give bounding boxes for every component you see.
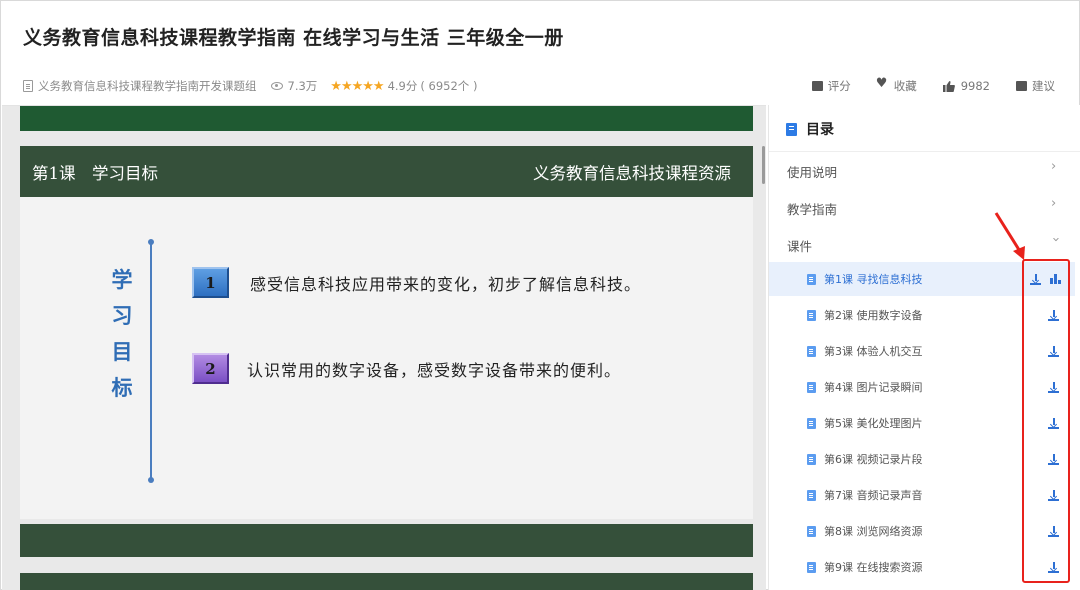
chevron-down-icon: › <box>1048 236 1064 243</box>
thumbs-up-icon <box>942 81 956 92</box>
slide-viewer[interactable]: 第1课 学习目标 义务教育信息科技课程资源 学 习 目 标 1 感受信息科技应用… <box>2 105 766 590</box>
lesson-label: 第9课 在线搜索资源 <box>824 561 923 574</box>
lesson-label: 第4课 图片记录瞬间 <box>824 381 923 394</box>
lesson-label: 第8课 浏览网络资源 <box>824 525 923 538</box>
favorite-button[interactable]: 收藏 <box>876 76 917 94</box>
page: 义务教育信息科技课程教学指南 在线学习与生活 三年级全一册 义务教育信息科技课程… <box>0 0 1080 590</box>
file-icon <box>807 417 816 429</box>
goal-number-badge: 2 <box>192 353 229 384</box>
like-button[interactable]: 9982 <box>942 79 990 93</box>
toc-category-courseware[interactable]: 课件 <box>787 236 812 255</box>
file-icon <box>807 273 816 285</box>
slide-lesson-label: 第1课 学习目标 <box>32 163 158 183</box>
annotation-arrow <box>994 212 1025 260</box>
file-icon <box>807 525 816 537</box>
slide-next-band <box>20 524 753 557</box>
vertical-title-char: 标 <box>111 376 133 400</box>
toc-category-guide[interactable]: 教学指南 <box>787 199 837 218</box>
vertical-title-char: 目 <box>111 340 133 364</box>
toc-header: 目录 <box>786 119 834 139</box>
meta-bar: 义务教育信息科技课程教学指南开发课题组 7.3万 ★★★★★ 4.9分 ( 69… <box>23 78 477 94</box>
eye-icon <box>270 82 283 90</box>
timeline-line <box>150 241 152 479</box>
slide-top-band <box>20 106 753 131</box>
vertical-title-char: 习 <box>111 304 133 328</box>
goal-number-badge: 1 <box>192 267 229 298</box>
author-link[interactable]: 义务教育信息科技课程教学指南开发课题组 <box>38 78 257 94</box>
slide-body: 学 习 目 标 1 感受信息科技应用带来的变化，初步了解信息科技。 2 认识常用… <box>20 197 753 519</box>
page-title: 义务教育信息科技课程教学指南 在线学习与生活 三年级全一册 <box>23 27 564 49</box>
vertical-title: 学 习 目 标 <box>110 262 134 406</box>
lesson-label: 第5课 美化处理图片 <box>824 417 923 430</box>
viewer-scrollbar[interactable] <box>762 146 765 184</box>
slide-resource-label: 义务教育信息科技课程资源 <box>533 163 731 183</box>
file-icon <box>807 489 816 501</box>
comment-icon <box>811 81 823 91</box>
slide-next-header <box>20 573 753 590</box>
vertical-title-char: 学 <box>111 268 133 292</box>
file-icon <box>807 345 816 357</box>
feedback-icon <box>1016 81 1027 91</box>
timeline-dot-top <box>147 239 154 245</box>
rating-score: 4.9分 <box>387 79 418 93</box>
rate-button[interactable]: 评分 <box>811 78 851 94</box>
file-icon <box>807 453 816 465</box>
suggest-button[interactable]: 建议 <box>1016 78 1055 94</box>
divider <box>769 151 1080 152</box>
favorite-label: 收藏 <box>893 79 917 93</box>
rating-stars: ★★★★★ <box>330 78 384 94</box>
file-icon <box>807 381 816 393</box>
chevron-right-icon: › <box>1051 196 1057 211</box>
toc-category-instructions[interactable]: 使用说明 <box>787 162 837 181</box>
catalog-icon <box>786 122 797 136</box>
suggest-label: 建议 <box>1032 79 1055 93</box>
rating-count: ( 6952个 ) <box>420 79 478 93</box>
view-count: 7.3万 <box>287 79 318 93</box>
document-icon <box>23 80 33 92</box>
lesson-label: 第3课 体验人机交互 <box>824 345 923 358</box>
action-bar: 评分 收藏 9982 建议 <box>786 76 1055 94</box>
goal-item: 1 感受信息科技应用带来的变化，初步了解信息科技。 <box>192 267 641 298</box>
file-icon <box>807 309 816 321</box>
lesson-label: 第6课 视频记录片段 <box>824 453 923 466</box>
goal-text: 认识常用的数字设备，感受数字设备带来的便利。 <box>247 360 622 380</box>
rate-label: 评分 <box>827 79 851 93</box>
chevron-right-icon: › <box>1051 159 1057 174</box>
goal-text: 感受信息科技应用带来的变化，初步了解信息科技。 <box>250 274 642 294</box>
lesson-label: 第7课 音频记录声音 <box>824 489 923 502</box>
heart-icon <box>876 76 889 91</box>
slide-header: 第1课 学习目标 义务教育信息科技课程资源 <box>20 146 753 197</box>
lesson-label: 第1课 寻找信息科技 <box>824 273 923 286</box>
like-count: 9982 <box>960 79 990 93</box>
goal-item: 2 认识常用的数字设备，感受数字设备带来的便利。 <box>192 353 621 384</box>
annotation-highlight-box <box>1022 259 1070 583</box>
timeline-dot-bottom <box>147 477 154 483</box>
toc-title: 目录 <box>806 122 834 138</box>
file-icon <box>807 561 816 573</box>
lesson-label: 第2课 使用数字设备 <box>824 309 923 322</box>
